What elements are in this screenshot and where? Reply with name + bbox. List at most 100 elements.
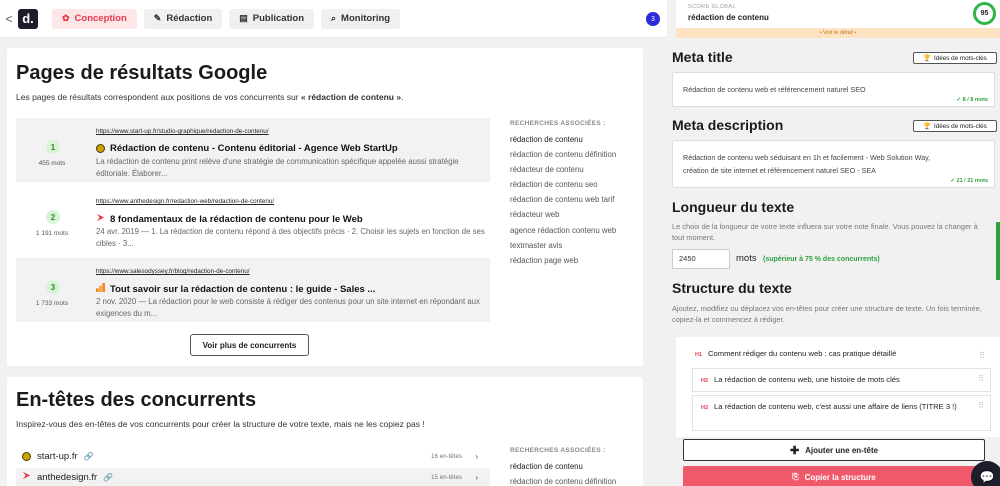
result-title[interactable]: Tout savoir sur la rédaction de contenu … — [96, 283, 375, 295]
tab-label: Publication — [252, 13, 304, 24]
top-navigation-bar: < d. ✿ Conception ✎ Rédaction ▤ Publicat… — [0, 0, 667, 38]
score-gauge: 95 — [973, 2, 996, 25]
associated-item[interactable]: rédaction de contenu définition — [510, 477, 640, 486]
add-heading-button[interactable]: ✚ Ajouter une en-tête — [683, 439, 985, 461]
results-title: Pages de résultats Google — [16, 62, 268, 84]
global-score-box: SCORE GLOBAL rédaction de contenu 95 — [676, 0, 1000, 28]
heading-text: Comment rédiger du contenu web : cas pra… — [708, 349, 897, 358]
link-icon: 🔗 — [83, 451, 94, 461]
result-url[interactable]: https://www.start-up.fr/studio-graphique… — [96, 128, 269, 135]
app-logo[interactable]: d. — [18, 8, 38, 29]
result-title[interactable]: 8 fondamentaux de la rédaction de conten… — [96, 213, 363, 225]
editor-panel: SCORE GLOBAL rédaction de contenu 95 • V… — [667, 0, 1000, 486]
result-description: La rédaction de contenu print relève d'u… — [96, 157, 459, 178]
heading-text: La rédaction de contenu web, une histoir… — [714, 375, 900, 384]
favicon-icon — [22, 471, 31, 483]
tab-label: Conception — [74, 13, 127, 24]
competitor-name: anthedesign.fr — [37, 471, 98, 483]
competitor-row[interactable]: anthedesign.fr 🔗 15 en-têtes › — [16, 468, 490, 486]
rank-badge: 2 — [46, 210, 60, 224]
meta-title-field[interactable]: Rédaction de contenu web et référencemen… — [672, 72, 995, 107]
outline-heading-h1[interactable]: H1 Comment rédiger du contenu web : cas … — [689, 346, 991, 364]
search-results-card: Pages de résultats Google Les pages de r… — [7, 48, 643, 366]
result-url[interactable]: https://www.anthedesign.fr/redaction-web… — [96, 198, 274, 205]
trophy-icon: 🏆 — [923, 55, 931, 62]
chat-icon[interactable]: 💬 — [971, 461, 1000, 486]
associated-item[interactable]: rédaction page web — [510, 256, 640, 271]
trophy-icon: 🏆 — [923, 123, 931, 130]
length-input[interactable]: 2450 — [672, 249, 730, 269]
favicon-icon — [96, 213, 105, 225]
meta-description-field[interactable]: Rédaction de contenu web séduisant en 1h… — [672, 140, 995, 188]
competitor-row[interactable]: start-up.fr 🔗 16 en-têtes › — [16, 447, 490, 465]
results-subtitle: Les pages de résultats correspondent aux… — [16, 92, 404, 102]
structure-heading: Structure du texte — [672, 280, 792, 296]
notification-badge[interactable]: 3 — [646, 12, 660, 26]
associated-item[interactable]: rédacteur web — [510, 210, 640, 225]
more-competitors-button[interactable]: Voir plus de concurrents — [190, 334, 309, 356]
scrollbar-thumb[interactable] — [996, 222, 1000, 280]
favicon-icon — [96, 283, 105, 295]
competitor-headings-card: En-têtes des concurrents Inspirez-vous d… — [7, 377, 643, 486]
associated-item[interactable]: rédaction de contenu définition — [510, 150, 640, 165]
keyword-ideas-button[interactable]: 🏆 Idées de mots-clés — [913, 52, 997, 64]
word-count-status: ✓ 21 / 21 mots — [950, 178, 988, 184]
associated-item[interactable]: rédaction de contenu seo — [510, 180, 640, 195]
heading-level-tag: H1 — [695, 352, 703, 358]
meta-description-line: création de site internet et référenceme… — [683, 166, 876, 175]
tab-redaction[interactable]: ✎ Rédaction — [143, 8, 223, 29]
heading-level-tag: H2 — [701, 378, 709, 384]
result-description: 2 nov. 2020 — La rédaction pour le web c… — [96, 297, 480, 318]
associated-searches: RECHERCHES ASSOCIÉES : rédaction de cont… — [510, 447, 640, 486]
result-url[interactable]: https://www.salesodyssey.fr/blog/redacti… — [96, 268, 250, 275]
tab-publication[interactable]: ▤ Publication — [229, 8, 314, 29]
length-description: Le choix de la longueur de votre texte i… — [672, 222, 978, 242]
word-count-status: ✓ 8 / 8 mots — [956, 97, 988, 103]
tab-conception[interactable]: ✿ Conception — [52, 8, 137, 29]
chevron-right-icon: › — [475, 472, 478, 482]
associated-item[interactable]: textmaster avis — [510, 241, 640, 256]
copy-icon: ⎘ — [792, 472, 799, 481]
result-description: 24 avr. 2019 — 1. La rédaction de conten… — [96, 227, 485, 248]
heading-outline: H1 Comment rédiger du contenu web : cas … — [676, 337, 1000, 437]
associated-item[interactable]: agence rédaction contenu web — [510, 226, 640, 241]
score-detail-link[interactable]: • Voir le détail • — [676, 28, 1000, 38]
favicon-icon — [22, 451, 31, 461]
heading-count: 16 en-têtes — [431, 452, 462, 460]
meta-description-line: Rédaction de contenu web séduisant en 1h… — [683, 153, 931, 162]
heading-count: 15 en-têtes — [431, 473, 462, 481]
associated-item[interactable]: rédaction de contenu — [510, 462, 640, 477]
favicon-icon — [96, 144, 105, 153]
drag-handle-icon[interactable]: ⠿ — [978, 373, 984, 384]
result-title[interactable]: Rédaction de contenu - Contenu éditorial… — [96, 143, 398, 154]
competitor-name: start-up.fr — [37, 450, 78, 462]
associated-item[interactable]: rédaction de contenu — [510, 135, 640, 150]
associated-item[interactable]: rédacteur de contenu — [510, 165, 640, 180]
back-arrow-icon[interactable]: < — [2, 12, 16, 26]
meta-title-heading: Meta title — [672, 49, 733, 65]
associated-searches: RECHERCHES ASSOCIÉES : rédaction de cont… — [510, 120, 640, 271]
score-label: SCORE GLOBAL — [688, 4, 736, 10]
structure-description: Ajoutez, modifiez ou déplacez vos en-têt… — [672, 304, 982, 324]
search-icon: ⌕ — [331, 13, 337, 23]
chevron-right-icon: › — [475, 451, 478, 461]
meta-title-value: Rédaction de contenu web et référencemen… — [683, 85, 866, 94]
meta-description-heading: Meta description — [672, 117, 784, 133]
copy-structure-button[interactable]: ⎘ Copier la structure — [683, 466, 985, 486]
link-icon: 🔗 — [103, 472, 114, 482]
rank-badge: 3 — [46, 280, 60, 294]
document-icon: ▤ — [239, 13, 248, 23]
length-unit: mots — [736, 253, 757, 264]
drag-handle-icon[interactable]: ⠿ — [978, 400, 984, 411]
rank-badge: 1 — [46, 140, 60, 154]
word-count: 1 733 mots — [35, 300, 69, 307]
tab-monitoring[interactable]: ⌕ Monitoring — [321, 8, 401, 29]
associated-item[interactable]: rédaction de contenu web tarif — [510, 195, 640, 210]
flower-icon: ✿ — [62, 13, 70, 23]
outline-heading-h2[interactable]: H2 La rédaction de contenu web, c'est au… — [692, 395, 991, 431]
outline-heading-h2[interactable]: H2 La rédaction de contenu web, une hist… — [692, 368, 991, 392]
drag-handle-icon[interactable]: ⠿ — [979, 350, 985, 361]
keyword-ideas-button[interactable]: 🏆 Idées de mots-clés — [913, 120, 997, 132]
result-item: 3 1 733 mots https://www.salesodyssey.fr… — [16, 258, 490, 322]
word-count: 1 191 mots — [35, 230, 69, 237]
